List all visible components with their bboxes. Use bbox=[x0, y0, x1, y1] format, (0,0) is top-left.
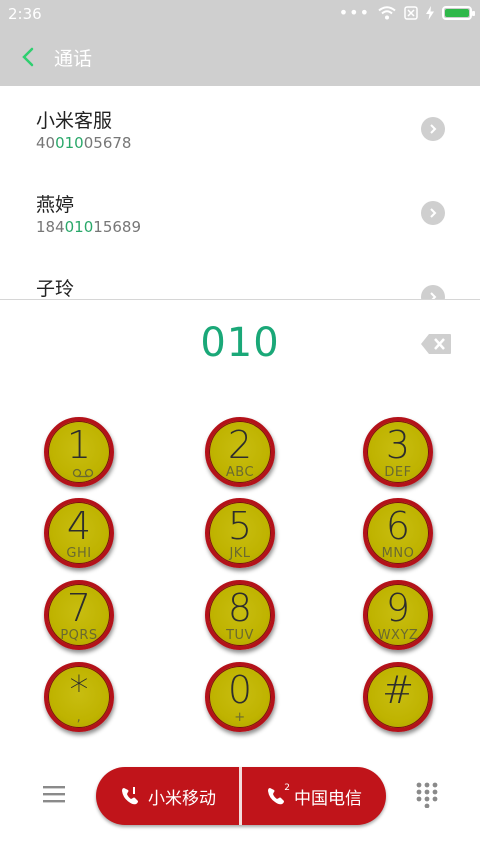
dialed-number: 010 bbox=[200, 320, 280, 366]
contact-name: 小米客服 bbox=[36, 110, 113, 132]
key-8[interactable]: 8 TUV bbox=[205, 580, 275, 650]
contact-detail-button[interactable] bbox=[421, 201, 445, 225]
chevron-right-icon bbox=[430, 124, 437, 134]
key-digit: 4 bbox=[66, 504, 92, 548]
battery-icon bbox=[442, 6, 475, 20]
list-item[interactable]: 小米客服 4001005678 bbox=[0, 86, 480, 170]
key-letters: + bbox=[234, 710, 246, 725]
key-letters: MNO bbox=[381, 546, 415, 561]
key-letters: ABC bbox=[225, 465, 255, 480]
chevron-left-icon bbox=[22, 47, 34, 67]
key-7[interactable]: 7 PQRS bbox=[44, 580, 114, 650]
key-digit: 1 bbox=[66, 423, 92, 467]
sim2-phone: 2 bbox=[266, 783, 290, 806]
contact-number: 18401015689 bbox=[36, 218, 141, 236]
number-match: 010 bbox=[64, 218, 94, 236]
key-digit: 7 bbox=[66, 586, 92, 630]
contact-name: 子玲 bbox=[36, 278, 75, 300]
number-part: 15689 bbox=[93, 218, 141, 236]
key-1[interactable]: 1 bbox=[44, 417, 114, 487]
page-title: 通话 bbox=[54, 48, 93, 70]
key-letters: , bbox=[76, 710, 82, 725]
key-6[interactable]: 6 MNO bbox=[363, 498, 433, 568]
key-digit: 2 bbox=[227, 423, 253, 467]
voicemail-icon bbox=[72, 468, 94, 478]
key-letters: PQRS bbox=[60, 628, 98, 643]
menu-button[interactable] bbox=[42, 784, 66, 804]
number-part: 40 bbox=[36, 134, 56, 152]
status-icons: ••• bbox=[338, 3, 475, 22]
sim2-label: 中国电信 bbox=[294, 788, 362, 809]
dialpad-grid-icon bbox=[416, 782, 438, 809]
more-dots-icon: ••• bbox=[338, 3, 370, 22]
contact-number: 4001005678 bbox=[36, 134, 131, 152]
key-star[interactable]: * , bbox=[44, 662, 114, 732]
contact-detail-button[interactable] bbox=[421, 285, 445, 300]
key-digit: 5 bbox=[227, 504, 253, 548]
chevron-right-icon bbox=[430, 208, 437, 218]
charging-icon bbox=[426, 6, 434, 20]
key-3[interactable]: 3 DEF bbox=[363, 417, 433, 487]
list-item[interactable]: 燕婷 18401015689 bbox=[0, 170, 480, 254]
contact-list[interactable]: 小米客服 4001005678 燕婷 18401015689 子玲 bbox=[0, 86, 480, 300]
sim2-badge: 2 bbox=[284, 783, 290, 793]
wifi-icon bbox=[378, 6, 396, 20]
list-item[interactable]: 子玲 bbox=[0, 254, 480, 300]
contact-name: 燕婷 bbox=[36, 194, 75, 216]
battery-fill bbox=[445, 9, 469, 17]
key-digit: 3 bbox=[385, 423, 411, 467]
key-digit: 8 bbox=[227, 586, 253, 630]
contact-detail-button[interactable] bbox=[421, 117, 445, 141]
sim-disabled-icon bbox=[404, 6, 418, 20]
number-match: 010 bbox=[55, 134, 84, 152]
divider bbox=[0, 299, 480, 300]
call-sim1-button[interactable]: 小米移动 bbox=[96, 767, 240, 825]
key-hash[interactable]: # bbox=[363, 662, 433, 732]
key-letters: JKL bbox=[229, 546, 251, 561]
key-letters: WXYZ bbox=[377, 628, 419, 643]
phone-icon bbox=[122, 787, 138, 805]
phone-icon bbox=[268, 788, 284, 805]
key-digit: # bbox=[382, 668, 414, 712]
key-digit: 6 bbox=[385, 504, 411, 548]
key-letters: DEF bbox=[384, 465, 412, 480]
status-time: 2:36 bbox=[8, 5, 42, 23]
key-9[interactable]: 9 WXYZ bbox=[363, 580, 433, 650]
hamburger-menu-icon bbox=[43, 786, 65, 803]
back-button[interactable] bbox=[14, 41, 42, 73]
call-bar: 小米移动 2 中国电信 bbox=[96, 767, 386, 825]
number-part: 05678 bbox=[83, 134, 132, 152]
number-part: 184 bbox=[36, 218, 65, 236]
key-digit: 0 bbox=[227, 668, 253, 712]
key-digit: * bbox=[69, 668, 89, 712]
backspace-icon bbox=[421, 334, 451, 354]
key-2[interactable]: 2 ABC bbox=[205, 417, 275, 487]
status-bar: 2:36 ••• bbox=[0, 0, 480, 28]
sim1-label: 小米移动 bbox=[148, 788, 216, 809]
call-sim2-button[interactable]: 2 中国电信 bbox=[242, 767, 386, 825]
dialpad-toggle-button[interactable] bbox=[416, 782, 438, 809]
key-letters: GHI bbox=[66, 546, 92, 561]
backspace-button[interactable] bbox=[420, 333, 452, 355]
key-0[interactable]: 0 + bbox=[205, 662, 275, 732]
key-digit: 9 bbox=[385, 586, 411, 630]
key-5[interactable]: 5 JKL bbox=[205, 498, 275, 568]
key-letters: TUV bbox=[226, 628, 254, 643]
app-header: 通话 bbox=[0, 28, 480, 86]
key-4[interactable]: 4 GHI bbox=[44, 498, 114, 568]
